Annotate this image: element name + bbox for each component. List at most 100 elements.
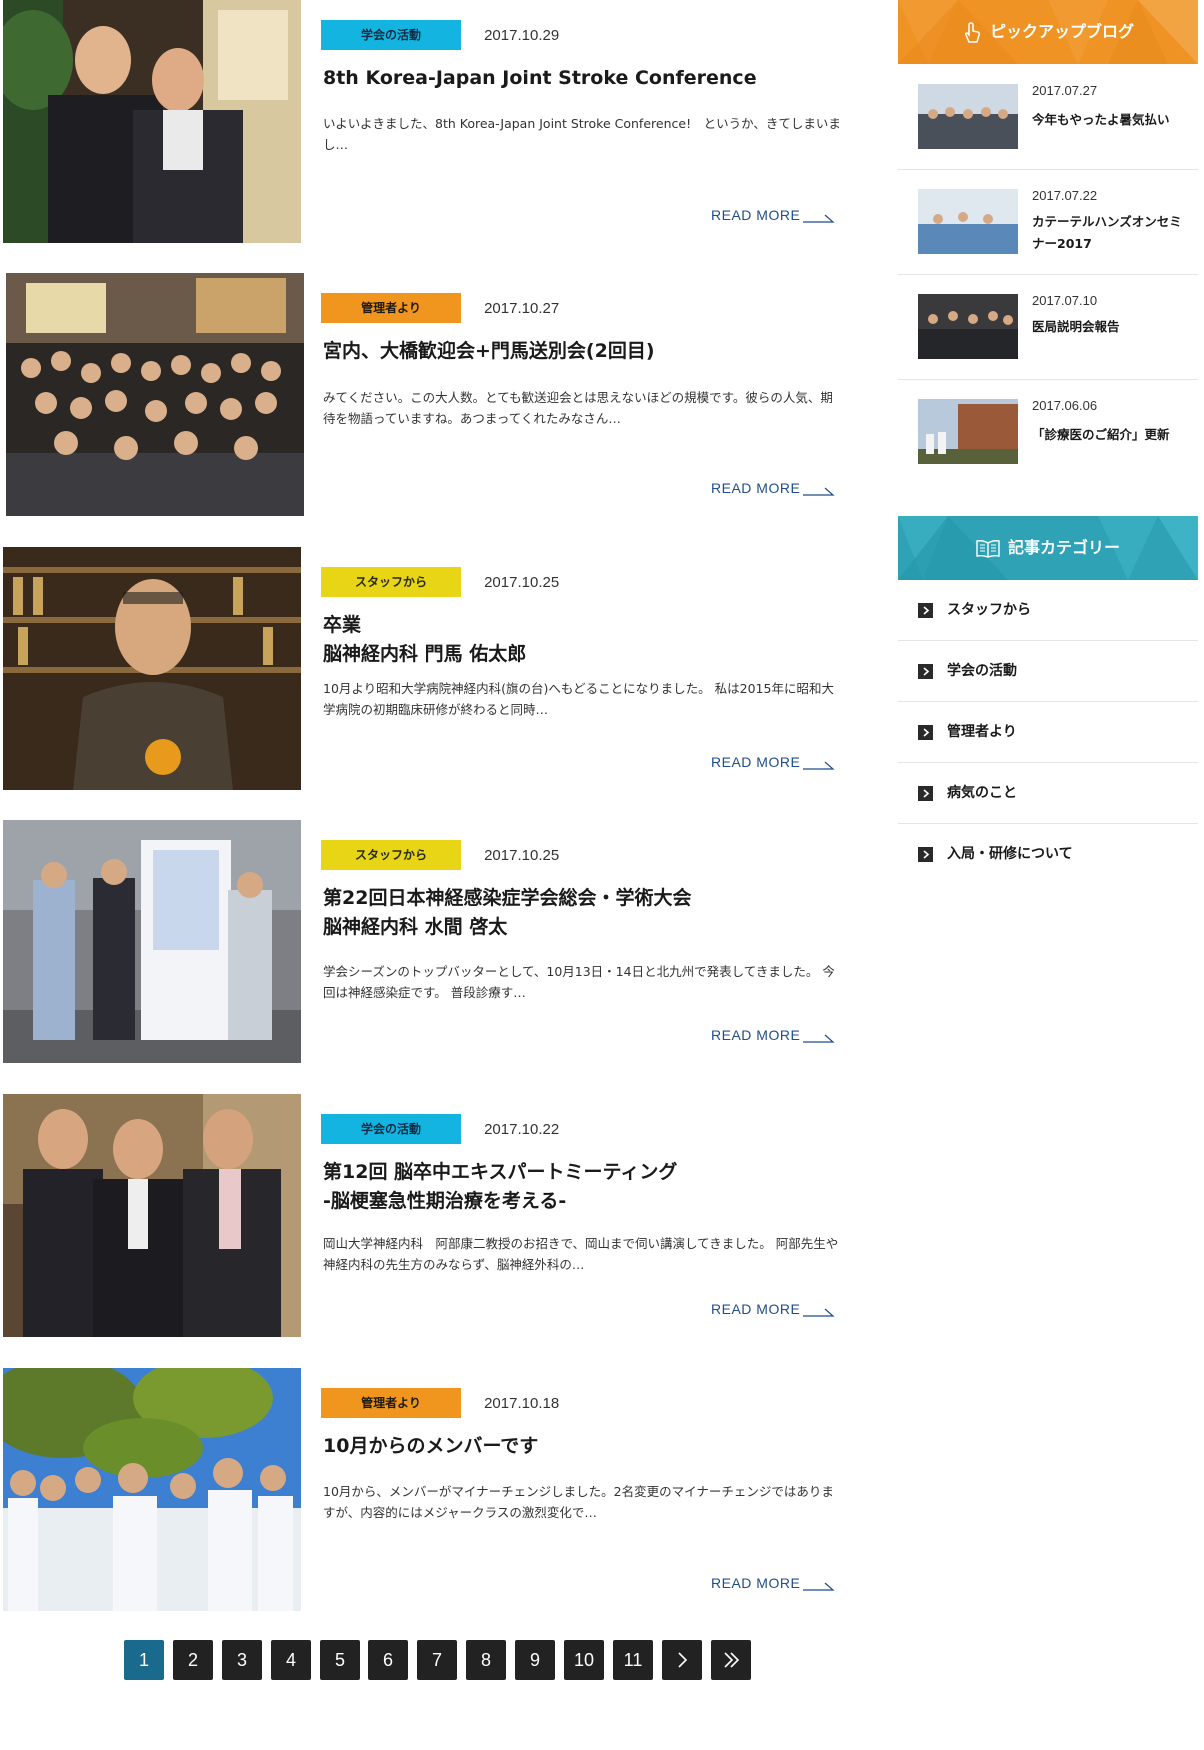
category-badge[interactable]: スタッフから <box>321 567 461 597</box>
post-meta: 学会の活動 2017.10.29 <box>321 20 559 50</box>
category-link-recruit[interactable]: 入局・研修について <box>898 824 1198 884</box>
arrow-right-icon <box>803 1582 835 1591</box>
category-label: 管理者より <box>947 724 1017 740</box>
pickup-item[interactable]: 2017.07.27 今年もやったよ暑気払い <box>898 64 1198 170</box>
pickup-title: 「診療医のご紹介」更新 <box>1032 427 1170 442</box>
double-chevron-right-icon <box>724 1652 740 1668</box>
post-card: 学会の活動 2017.10.29 8th Korea-Japan Joint S… <box>0 0 860 245</box>
pickup-item[interactable]: 2017.06.06 「診療医のご紹介」更新 <box>898 379 1198 484</box>
page-2-button[interactable]: 2 <box>173 1640 213 1680</box>
arrow-right-icon <box>803 1034 835 1043</box>
post-excerpt: 岡山大学神経内科 阿部康二教授のお招きで、岡山まで伺い講演してきました。 阿部先… <box>323 1236 839 1272</box>
category-link-staff[interactable]: スタッフから <box>898 580 1198 641</box>
page-11-button[interactable]: 11 <box>613 1640 653 1680</box>
arrow-right-icon <box>803 487 835 496</box>
page-9-button[interactable]: 9 <box>515 1640 555 1680</box>
category-link-conference[interactable]: 学会の活動 <box>898 641 1198 702</box>
post-excerpt: 10月より昭和大学病院神経内科(旗の台)へもどることになりました。 私は2015… <box>323 681 834 717</box>
category-label: 入局・研修について <box>947 846 1073 862</box>
read-more-link[interactable]: READ MORE <box>711 480 800 496</box>
post-thumbnail[interactable] <box>3 547 301 790</box>
post-card: スタッフから 2017.10.25 第22回日本神経感染症学会総会・学術大会 脳… <box>0 820 860 1065</box>
post-title[interactable]: 第12回 脳卒中エキスパートミーティング -脳梗塞急性期治療を考える- <box>323 1158 843 1216</box>
post-title[interactable]: 卒業 脳神経内科 門馬 佑太郎 <box>323 611 843 669</box>
page-3-button[interactable]: 3 <box>222 1640 262 1680</box>
post-card: 管理者より 2017.10.27 宮内、大橋歓迎会+門馬送別会(2回目) みてく… <box>0 273 860 518</box>
sidebar: ピックアップブログ 2017.07.27 今年もやったよ暑気払い 2017.07… <box>898 0 1198 862</box>
page-1-button[interactable]: 1 <box>124 1640 164 1680</box>
category-badge[interactable]: 学会の活動 <box>321 20 461 50</box>
post-meta: 管理者より 2017.10.18 <box>321 1388 559 1418</box>
arrow-box-icon <box>918 725 933 740</box>
category-link-admin[interactable]: 管理者より <box>898 702 1198 763</box>
post-date: 2017.10.27 <box>484 299 560 317</box>
read-more-link[interactable]: READ MORE <box>711 207 800 223</box>
post-thumbnail[interactable] <box>3 820 301 1063</box>
arrow-box-icon <box>918 664 933 679</box>
pickup-date: 2017.07.27 <box>1032 83 1098 98</box>
page-4-button[interactable]: 4 <box>271 1640 311 1680</box>
post-excerpt: 10月から、メンバーがマイナーチェンジしました。2名変更のマイナーチェンジではあ… <box>323 1484 834 1520</box>
book-icon <box>976 539 1000 558</box>
category-link-disease[interactable]: 病気のこと <box>898 763 1198 824</box>
category-badge[interactable]: 管理者より <box>321 293 461 323</box>
pickup-heading: ピックアップブログ <box>898 0 1198 64</box>
pickup-item[interactable]: 2017.07.22 カテーテルハンズオンセミナー2017 <box>898 169 1198 275</box>
category-badge[interactable]: 学会の活動 <box>321 1114 461 1144</box>
post-excerpt: 学会シーズンのトップバッターとして、10月13日・14日と北九州で発表してきまし… <box>323 964 835 1000</box>
page-8-button[interactable]: 8 <box>466 1640 506 1680</box>
read-more-link[interactable]: READ MORE <box>711 754 800 770</box>
category-heading-label: 記事カテゴリー <box>1007 538 1120 557</box>
post-thumbnail[interactable] <box>3 1094 301 1337</box>
post-thumbnail[interactable] <box>6 273 304 516</box>
page-6-button[interactable]: 6 <box>368 1640 408 1680</box>
read-more-link[interactable]: READ MORE <box>711 1301 800 1317</box>
post-meta: スタッフから 2017.10.25 <box>321 567 559 597</box>
category-badge[interactable]: スタッフから <box>321 840 461 870</box>
pickup-date: 2017.07.22 <box>1032 188 1098 203</box>
page-7-button[interactable]: 7 <box>417 1640 457 1680</box>
post-meta: 管理者より 2017.10.27 <box>321 293 559 323</box>
chevron-right-icon <box>678 1652 688 1668</box>
post-excerpt: みてください。この大人数。とても歓送迎会とは思えないほどの規模です。彼らの人気、… <box>323 390 833 426</box>
page-5-button[interactable]: 5 <box>320 1640 360 1680</box>
post-date: 2017.10.22 <box>484 1120 560 1138</box>
arrow-box-icon <box>918 603 933 618</box>
read-more-link[interactable]: READ MORE <box>711 1027 800 1043</box>
arrow-right-icon <box>803 214 835 223</box>
pickup-date: 2017.07.10 <box>1032 293 1098 308</box>
next-page-button[interactable] <box>662 1640 702 1680</box>
post-meta: 学会の活動 2017.10.22 <box>321 1114 559 1144</box>
pickup-title: 今年もやったよ暑気払い <box>1032 112 1170 127</box>
post-date: 2017.10.29 <box>484 26 560 44</box>
category-label: スタッフから <box>947 602 1031 618</box>
post-title[interactable]: 10月からのメンバーです <box>323 1432 843 1461</box>
arrow-box-icon <box>918 847 933 862</box>
pickup-date: 2017.06.06 <box>1032 398 1098 413</box>
post-title[interactable]: 第22回日本神経感染症学会総会・学術大会 脳神経内科 水間 啓太 <box>323 884 843 942</box>
pickup-title: カテーテルハンズオンセミナー2017 <box>1032 214 1182 251</box>
pointer-hand-icon <box>964 21 981 43</box>
last-page-button[interactable] <box>711 1640 751 1680</box>
post-title[interactable]: 8th Korea-Japan Joint Stroke Conference <box>323 64 843 93</box>
pickup-item[interactable]: 2017.07.10 医局説明会報告 <box>898 274 1198 380</box>
post-title[interactable]: 宮内、大橋歓迎会+門馬送別会(2回目) <box>323 337 843 366</box>
post-thumbnail[interactable] <box>3 1368 301 1611</box>
read-more-link[interactable]: READ MORE <box>711 1575 800 1591</box>
post-thumbnail[interactable] <box>3 0 301 243</box>
arrow-right-icon <box>803 1308 835 1317</box>
pickup-thumbnail <box>918 294 1018 359</box>
pickup-heading-label: ピックアップブログ <box>989 22 1134 41</box>
post-date: 2017.10.25 <box>484 573 560 591</box>
arrow-right-icon <box>803 761 835 770</box>
category-heading: 記事カテゴリー <box>898 516 1198 580</box>
pickup-title: 医局説明会報告 <box>1032 319 1120 334</box>
category-label: 学会の活動 <box>947 663 1017 679</box>
pickup-thumbnail <box>918 189 1018 254</box>
post-meta: スタッフから 2017.10.25 <box>321 840 559 870</box>
arrow-box-icon <box>918 786 933 801</box>
post-date: 2017.10.18 <box>484 1394 560 1412</box>
page-10-button[interactable]: 10 <box>564 1640 604 1680</box>
category-badge[interactable]: 管理者より <box>321 1388 461 1418</box>
post-date: 2017.10.25 <box>484 846 560 864</box>
